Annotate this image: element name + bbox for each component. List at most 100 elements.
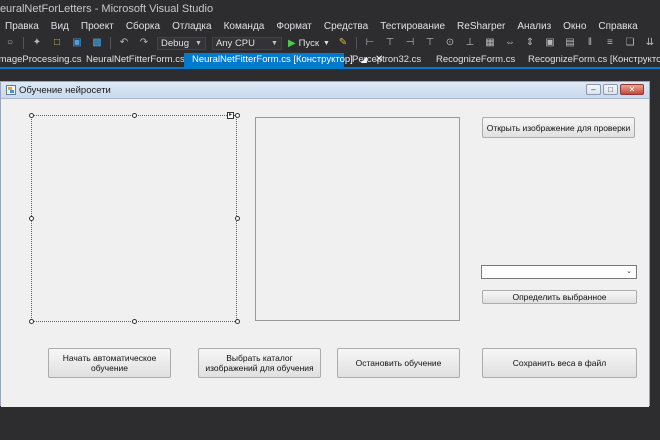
- tab-label: NeuralNetFitterForm.cs [Конструктор]: [192, 54, 353, 65]
- minimize-button[interactable]: –: [586, 84, 601, 95]
- resize-handle[interactable]: [132, 113, 137, 118]
- menu-item-project[interactable]: Проект: [75, 18, 120, 35]
- form-title: Обучение нейросети: [19, 85, 111, 96]
- start-auto-training-button[interactable]: Начать автоматическое обучение: [48, 348, 171, 378]
- resize-handle[interactable]: [235, 113, 240, 118]
- resize-handle[interactable]: [29, 113, 34, 118]
- tab-label: Perceptron32.cs: [352, 54, 422, 65]
- resize-handle[interactable]: [235, 216, 240, 221]
- save-all-icon[interactable]: ▩: [90, 37, 104, 49]
- menu-item-test[interactable]: Тестирование: [374, 18, 451, 35]
- standard-toolbar: ○ ✦ □ ▣ ▩ ↶ ↷ Debug ▼ Any CPU ▼ ▶ Пуск ▼…: [0, 35, 660, 51]
- size-to-grid-icon[interactable]: ▤: [563, 37, 577, 49]
- new-project-icon[interactable]: ✦: [30, 37, 44, 49]
- toolbar-separator: [355, 37, 357, 49]
- visual-studio-window: NeuralNetForLetters - Microsoft Visual S…: [0, 0, 660, 440]
- redo-icon[interactable]: ↷: [137, 37, 151, 49]
- menu-item-tools[interactable]: Средства: [318, 18, 374, 35]
- designer-bottom-area: [0, 428, 660, 440]
- menu-item-team[interactable]: Команда: [218, 18, 271, 35]
- open-file-icon[interactable]: □: [50, 37, 64, 49]
- close-icon: ✕: [628, 85, 636, 94]
- toolbar-separator: [110, 37, 111, 49]
- document-tab-strip: ImageProcessing.cs NeuralNetFitterForm.c…: [0, 53, 660, 67]
- tab-neural-net-fitter-form-designer[interactable]: NeuralNetFitterForm.cs [Конструктор] ◢ ✕: [184, 53, 383, 67]
- align-right-icon[interactable]: ⊣: [403, 37, 417, 49]
- tab-label: RecognizeForm.cs: [436, 54, 516, 65]
- menu-item-analyze[interactable]: Анализ: [511, 18, 557, 35]
- solution-platform-select[interactable]: Any CPU ▼: [211, 36, 282, 50]
- menu-item-view[interactable]: Вид: [45, 18, 75, 35]
- resize-handle[interactable]: [29, 319, 34, 324]
- undo-icon[interactable]: ↶: [117, 37, 131, 49]
- solution-configuration-select[interactable]: Debug ▼: [157, 36, 206, 50]
- menu-item-build[interactable]: Сборка: [120, 18, 166, 35]
- open-image-button[interactable]: Открыть изображение для проверки: [482, 117, 635, 138]
- save-weights-label: Сохранить веса в файл: [512, 358, 607, 368]
- tab-label: NeuralNetFitterForm.cs: [86, 54, 185, 65]
- make-same-size-icon[interactable]: ▣: [543, 37, 557, 49]
- start-debugging-button[interactable]: ▶ Пуск ▼: [288, 38, 330, 49]
- make-same-width-icon[interactable]: ⇔: [503, 37, 517, 49]
- resize-handle[interactable]: [29, 216, 34, 221]
- menu-item-edit[interactable]: Правка: [0, 18, 45, 35]
- tab-order-icon[interactable]: ⇊: [643, 37, 657, 49]
- start-label: Пуск: [298, 37, 320, 49]
- menu-item-help[interactable]: Справка: [592, 18, 643, 35]
- play-icon: ▶: [287, 37, 296, 49]
- choose-training-dir-button[interactable]: Выбрать каталог изображений для обучения: [198, 348, 321, 378]
- start-auto-training-label: Начать автоматическое обучение: [62, 353, 157, 373]
- letter-select[interactable]: ⌄: [481, 265, 637, 279]
- menu-item-window[interactable]: Окно: [557, 18, 592, 35]
- chevron-down-icon: ▼: [195, 39, 202, 47]
- menu-item-format[interactable]: Формат: [270, 18, 318, 35]
- tab-recognize-form-designer[interactable]: RecognizeForm.cs [Конструктор]: [520, 53, 660, 67]
- detect-selected-label: Определить выбранное: [512, 292, 607, 302]
- resize-handle[interactable]: [132, 319, 137, 324]
- choose-training-dir-label: Выбрать каталог изображений для обучения: [205, 353, 314, 373]
- navigate-back-icon[interactable]: ○: [3, 37, 17, 49]
- smart-tag-icon[interactable]: ▸: [227, 112, 234, 119]
- configuration-value: Debug: [161, 37, 189, 49]
- tab-perceptron32[interactable]: Perceptron32.cs: [344, 53, 428, 67]
- browser-link-icon[interactable]: ✎: [336, 37, 350, 49]
- vertical-spacing-icon[interactable]: ≡: [603, 37, 617, 49]
- chevron-down-icon: ⌄: [626, 268, 632, 275]
- form-title-bar: Обучение нейросети – □ ✕: [1, 82, 649, 99]
- tab-image-processing[interactable]: ImageProcessing.cs: [0, 53, 82, 67]
- align-grid-icon[interactable]: ▦: [483, 37, 497, 49]
- menu-item-resharper[interactable]: ReSharper: [451, 18, 511, 35]
- align-bottom-icon[interactable]: ⊥: [463, 37, 477, 49]
- align-left-icon[interactable]: ⊢: [363, 37, 377, 49]
- minimize-icon: –: [591, 85, 596, 94]
- form-icon: [6, 85, 16, 95]
- picture-box-drawing[interactable]: [31, 115, 237, 322]
- horizontal-spacing-icon[interactable]: ‖: [583, 37, 597, 49]
- make-same-height-icon[interactable]: ⇕: [523, 37, 537, 49]
- tab-label: ImageProcessing.cs: [0, 54, 82, 65]
- picture-box-preview[interactable]: [255, 117, 460, 321]
- window-title: NeuralNetForLetters - Microsoft Visual S…: [0, 3, 214, 15]
- window-title-bar: NeuralNetForLetters - Microsoft Visual S…: [0, 0, 660, 18]
- tab-neural-net-fitter-form[interactable]: NeuralNetFitterForm.cs: [78, 53, 185, 67]
- align-top-icon[interactable]: ⊤: [423, 37, 437, 49]
- close-button[interactable]: ✕: [620, 84, 644, 95]
- bring-to-front-icon[interactable]: ❏: [623, 37, 637, 49]
- toolbar-separator: [23, 37, 24, 49]
- save-weights-button[interactable]: Сохранить веса в файл: [482, 348, 637, 378]
- resize-handle[interactable]: [235, 319, 240, 324]
- stop-training-button[interactable]: Остановить обучение: [337, 348, 460, 378]
- stop-training-label: Остановить обучение: [355, 358, 442, 368]
- platform-value: Any CPU: [215, 37, 256, 49]
- open-image-label: Открыть изображение для проверки: [486, 122, 631, 133]
- tab-label: RecognizeForm.cs [Конструктор]: [528, 54, 660, 65]
- tab-recognize-form[interactable]: RecognizeForm.cs: [428, 53, 520, 67]
- maximize-button[interactable]: □: [603, 84, 618, 95]
- align-middle-icon[interactable]: ⊙: [443, 37, 457, 49]
- menu-item-debug[interactable]: Отладка: [166, 18, 218, 35]
- align-center-icon[interactable]: ⊤: [383, 37, 397, 49]
- chevron-down-icon: ▼: [323, 39, 330, 47]
- detect-selected-button[interactable]: Определить выбранное: [482, 290, 637, 304]
- form-caption-buttons: – □ ✕: [584, 84, 644, 95]
- save-icon[interactable]: ▣: [70, 37, 84, 49]
